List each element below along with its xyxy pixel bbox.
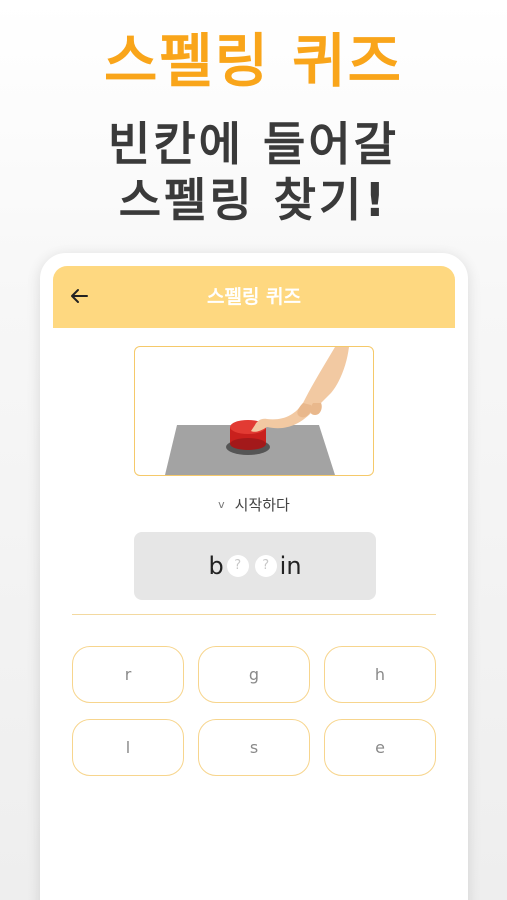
app-title: 스펠링 퀴즈	[206, 286, 301, 308]
blank-slot-2[interactable]: ?	[254, 555, 277, 577]
hand-pressing-button-illustration	[165, 347, 349, 475]
choice-button[interactable]: h	[324, 646, 436, 703]
app-bar: 스펠링 퀴즈	[53, 266, 455, 328]
choice-button[interactable]: s	[198, 719, 310, 776]
promo-subtitle-line1: 빈칸에 들어갈	[108, 117, 399, 171]
promo-subtitle-line2: 스펠링 찾기!	[118, 173, 389, 227]
choice-button[interactable]: g	[198, 646, 310, 703]
promo-title: 스펠링 퀴즈	[104, 27, 403, 95]
divider	[72, 614, 436, 615]
word-suffix: in	[279, 552, 302, 580]
question-image	[134, 346, 374, 476]
blank-slot-1[interactable]: ?	[226, 555, 249, 577]
letter-choices: r g h l s e	[72, 646, 436, 776]
word-meaning: 시작하다	[234, 496, 290, 514]
choice-button[interactable]: r	[72, 646, 184, 703]
choice-button[interactable]: l	[72, 719, 184, 776]
promo-subtitle: 빈칸에 들어갈 스펠링 찾기!	[0, 116, 507, 228]
choice-button[interactable]: e	[324, 719, 436, 776]
word-puzzle: b ? ? in	[134, 532, 376, 600]
hint-row: v 시작하다	[43, 494, 465, 518]
phone-frame: 스펠링 퀴즈 v 시작하다 b ? ? in r g h l s e	[40, 253, 468, 900]
chevron-down-icon[interactable]: v	[218, 498, 225, 511]
word-prefix: b	[208, 552, 224, 580]
